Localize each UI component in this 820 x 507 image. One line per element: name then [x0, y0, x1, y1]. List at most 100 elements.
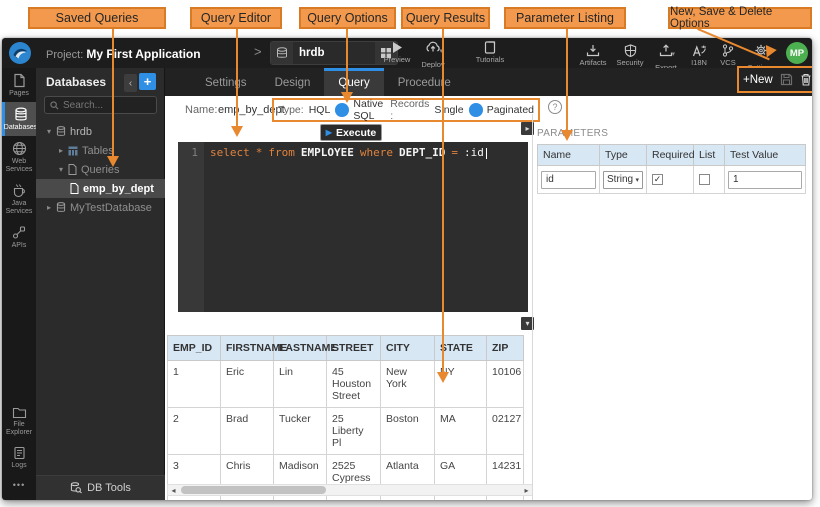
execute-button[interactable]: ▶ Execute [320, 124, 382, 141]
apis-icon [12, 225, 27, 240]
results-table: EMP_ID FIRSTNAME LASTNAME STREET CITY ST… [167, 335, 524, 500]
help-icon[interactable]: ? [548, 100, 562, 114]
user-avatar[interactable]: MP [786, 42, 808, 64]
trash-icon [800, 73, 812, 86]
callout-query-options: Query Options [299, 7, 396, 29]
list-checkbox[interactable] [699, 174, 710, 185]
tree-node-emp-by-dept[interactable]: emp_by_dept [36, 179, 165, 198]
tab-settings[interactable]: Settings [191, 68, 261, 96]
callout-query-editor: Query Editor [190, 7, 282, 29]
text-cursor [486, 148, 487, 159]
query-actions-toolbar: +New [737, 66, 812, 93]
sidebar-item-apis[interactable]: APIs [2, 220, 36, 254]
cell: 45 Houston Street [327, 361, 381, 408]
app-window: Project: My First Application > hrdb Pre… [2, 38, 812, 500]
tree-search[interactable] [44, 96, 157, 114]
cell: 2 [168, 408, 221, 455]
caret-right-icon[interactable]: ▸ [44, 203, 54, 212]
sidebar-item-file-explorer[interactable]: File Explorer [2, 401, 36, 441]
annotation-line [566, 29, 568, 130]
i18n-button[interactable]: I18N [684, 44, 714, 67]
sql-identifier: DEPT_ID [399, 146, 445, 159]
save-icon [780, 73, 793, 86]
logs-icon [13, 446, 26, 460]
new-query-button[interactable]: +New [743, 74, 773, 86]
column-header: Test Value [725, 145, 806, 166]
more-options-icon[interactable]: ••• [2, 474, 36, 500]
column-header[interactable]: LASTNAME [274, 336, 327, 361]
records-option-paginated[interactable]: Paginated [487, 104, 534, 116]
export-caret-icon: ▾ [671, 50, 675, 58]
search-input[interactable] [63, 100, 148, 111]
caret-down-icon[interactable]: ▾ [44, 127, 54, 136]
callout-new-save-delete: New, Save & Delete Options [668, 7, 812, 29]
sql-operator: * [256, 146, 263, 159]
cell: 02127 [487, 408, 524, 455]
header-bar: Project: My First Application > hrdb Pre… [2, 38, 812, 68]
column-header[interactable]: STREET [327, 336, 381, 361]
type-option-hql[interactable]: HQL [309, 104, 331, 116]
artifacts-button[interactable]: Artifacts [574, 44, 612, 67]
sidebar-item-java-services[interactable]: Java Services [2, 178, 36, 220]
add-database-button[interactable]: + [139, 73, 156, 90]
annotation-line [112, 29, 114, 156]
search-icon [50, 101, 59, 110]
table-row[interactable]: 2 Brad Tucker 25 Liberty Pl Boston MA 02… [168, 408, 524, 455]
scroll-right-icon[interactable]: ▸ [521, 486, 532, 495]
sql-editor[interactable]: 1 select*fromEMPLOYEEwhereDEPT_ID=:id [178, 142, 528, 312]
results-header-row: EMP_ID FIRSTNAME LASTNAME STREET CITY ST… [168, 336, 524, 361]
preview-button[interactable]: Preview [378, 41, 416, 64]
sidebar-item-pages[interactable]: Pages [2, 68, 36, 102]
column-header[interactable]: CITY [381, 336, 435, 361]
table-row[interactable]: 1 Eric Lin 45 Houston Street New York NY… [168, 361, 524, 408]
param-type-select[interactable]: String ▾ [603, 171, 643, 189]
tree-node-tables[interactable]: ▸ Tables [36, 141, 165, 160]
databases-panel: Databases + ▾ hrdb ▸ Tables ▾ Queries [36, 68, 165, 500]
sidebar-item-logs[interactable]: Logs [2, 441, 36, 474]
db-tools-button[interactable]: DB Tools [36, 475, 165, 500]
tree-node-label: Tables [82, 145, 114, 157]
security-button[interactable]: Security [612, 44, 648, 67]
column-header[interactable]: FIRSTNAME [221, 336, 274, 361]
panel-collapse-button[interactable]: ‹ [124, 74, 137, 92]
scrollbar-track[interactable] [179, 485, 521, 495]
save-button[interactable] [780, 73, 793, 86]
tree-node-label: hrdb [70, 126, 92, 138]
caret-right-icon[interactable]: ▸ [56, 146, 66, 155]
tab-design[interactable]: Design [261, 68, 325, 96]
scroll-left-icon[interactable]: ◂ [168, 486, 179, 495]
web-services-icon [12, 141, 27, 156]
tab-query[interactable]: Query [324, 68, 383, 96]
type-option-native-sql[interactable]: Native SQL [353, 98, 383, 122]
java-services-icon [12, 183, 27, 198]
project-breadcrumb: Project: My First Application [46, 47, 201, 61]
cell: 1 [168, 361, 221, 408]
records-option-single[interactable]: Single [434, 104, 463, 116]
param-name-input[interactable] [541, 171, 596, 189]
sidebar-item-databases[interactable]: Databases [2, 102, 36, 136]
type-toggle[interactable] [335, 104, 348, 117]
annotation-arrow [231, 126, 243, 137]
type-label: Type: [278, 104, 304, 116]
tab-procedure[interactable]: Procedure [384, 68, 465, 96]
required-checkbox[interactable]: ✓ [652, 174, 663, 185]
tree-node-hrdb[interactable]: ▾ hrdb [36, 122, 165, 141]
tutorials-button[interactable]: Tutorials [468, 41, 512, 64]
column-header[interactable]: EMP_ID [168, 336, 221, 361]
file-explorer-icon [12, 406, 27, 419]
query-name-label: Name: [185, 104, 217, 116]
scrollbar-thumb[interactable] [181, 486, 326, 494]
tree-node-label: MyTestDatabase [70, 202, 152, 214]
preview-icon [390, 41, 404, 54]
tree-node-mytestdatabase[interactable]: ▸ MyTestDatabase [36, 198, 165, 217]
delete-button[interactable] [800, 73, 812, 86]
caret-down-icon[interactable]: ▾ [56, 165, 66, 174]
records-toggle[interactable] [469, 104, 482, 117]
tree-node-queries[interactable]: ▾ Queries [36, 160, 165, 179]
deploy-button[interactable]: ▾ Deploy [414, 41, 452, 69]
databases-icon [14, 107, 28, 122]
sidebar-item-web-services[interactable]: Web Services [2, 136, 36, 178]
results-horizontal-scrollbar[interactable]: ◂ ▸ [167, 484, 533, 496]
param-test-value-input[interactable] [728, 171, 802, 189]
column-header[interactable]: ZIP [487, 336, 524, 361]
